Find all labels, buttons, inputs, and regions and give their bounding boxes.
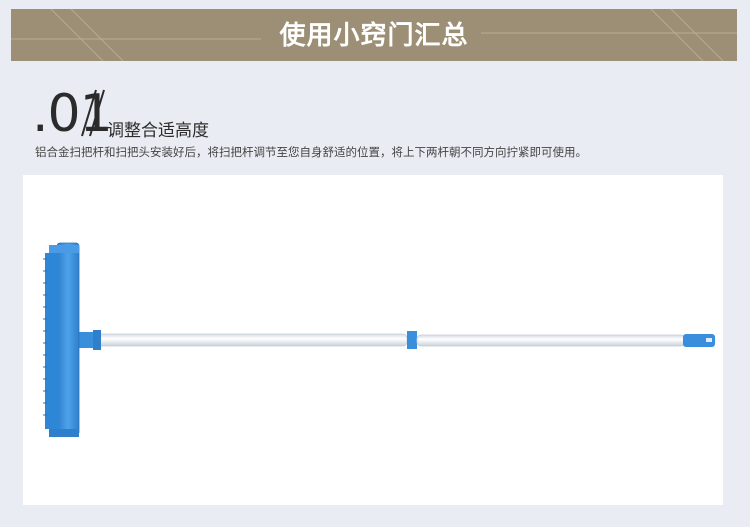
broom-icon (43, 242, 715, 437)
double-slash-icon (81, 89, 105, 137)
step-description: 铝合金扫把杆和扫把头安装好后，将扫把杆调节至您自身舒适的位置，将上下两杆朝不同方… (35, 145, 587, 159)
product-image-panel (23, 175, 723, 505)
page-title: 使用小窍门汇总 (279, 21, 469, 51)
header-banner: 使用小窍门汇总 (11, 9, 737, 61)
page: 使用小窍门汇总 .01 调整合适高度 铝合金扫把杆和扫把头安装好后，将扫把杆调节… (0, 0, 750, 527)
step-title: 调整合适高度 (107, 121, 209, 141)
